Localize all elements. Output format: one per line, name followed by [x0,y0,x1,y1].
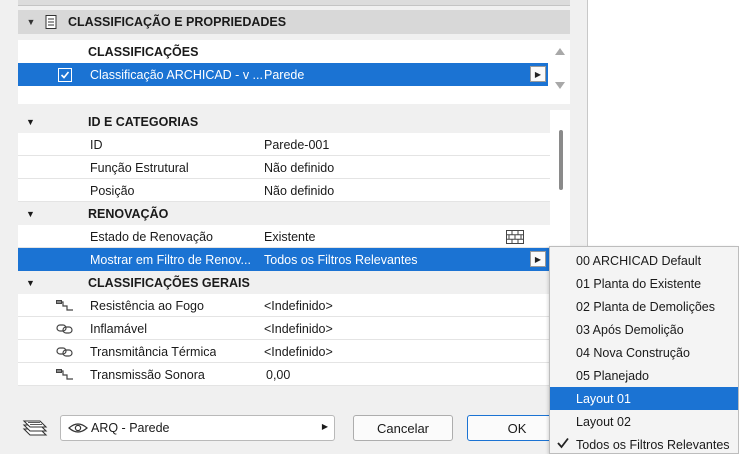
chevron-right-icon[interactable]: ▶ [322,422,328,431]
chain-link-icon [56,340,74,363]
property-row-transmissao-sonora[interactable]: Transmissão Sonora 0,00 [18,363,550,386]
renovation-filter-menu: 00 ARCHICAD Default 01 Planta do Existen… [549,246,739,454]
group-header-renovacao[interactable]: ▼ RENOVAÇÃO [18,202,550,225]
section-title: CLASSIFICAÇÃO E PROPRIEDADES [68,15,287,29]
document-icon [44,15,58,29]
cancel-button[interactable]: Cancelar [353,415,453,441]
menu-item-03-apos-demolicao[interactable]: 03 Após Demolição [550,318,738,341]
group-header-classificacoes-gerais[interactable]: ▼ CLASSIFICAÇÕES GERAIS [18,271,550,294]
filter-dropdown-button[interactable]: ▶ [530,251,546,267]
property-row-transmitancia-termica[interactable]: Transmitância Térmica <Indefinido> [18,340,550,363]
property-row-resistencia-fogo[interactable]: Resistência ao Fogo <Indefinido> [18,294,550,317]
triangle-down-icon[interactable]: ▼ [26,271,35,294]
property-row-inflamavel[interactable]: Inflamável <Indefinido> [18,317,550,340]
menu-item-01-planta-existente[interactable]: 01 Planta do Existente [550,272,738,295]
property-value[interactable]: Não definido [264,179,334,202]
link-icon [56,363,74,386]
classifications-header: CLASSIFICAÇÕES [88,44,199,59]
previous-section-edge [18,0,570,6]
property-value[interactable]: <Indefinido> [264,340,333,363]
property-value[interactable]: <Indefinido> [264,317,333,340]
menu-item-layout-02[interactable]: Layout 02 [550,410,738,433]
layers-icon [20,417,50,442]
property-value[interactable]: Não definido [264,156,334,179]
property-label: Mostrar em Filtro de Renov... [90,252,251,267]
brick-wall-icon [506,225,524,248]
classifications-panel: CLASSIFICAÇÕES Classificação ARCHICAD - … [18,40,570,104]
menu-item-04-nova-construcao[interactable]: 04 Nova Construção [550,341,738,364]
property-label: Transmissão Sonora [90,367,205,382]
property-value[interactable]: <Indefinido> [264,294,333,317]
menu-item-05-planejado[interactable]: 05 Planejado [550,364,738,387]
property-row-posicao[interactable]: Posição Não definido [18,179,550,202]
scroll-up-icon[interactable] [555,48,565,55]
property-value[interactable]: Todos os Filtros Relevantes [264,248,418,271]
layer-name: ARQ - Parede [91,421,170,435]
checkmark-icon [556,436,570,453]
chain-link-icon [56,317,74,340]
property-label: Inflamável [90,321,147,336]
property-label: Função Estrutural [90,160,189,175]
property-value[interactable]: 0,00 [266,363,290,386]
triangle-down-icon[interactable]: ▼ [26,110,35,133]
menu-item-todos-filtros-relevantes[interactable]: Todos os Filtros Relevantes [550,433,738,454]
triangle-down-icon[interactable]: ▼ [18,17,44,27]
dialog-footer: ARQ - Parede ▶ Cancelar OK [0,405,588,454]
property-row-id[interactable]: ID Parede-001 [18,133,550,156]
section-header-classification[interactable]: ▼ CLASSIFICAÇÃO E PROPRIEDADES [18,10,570,34]
group-title: ID E CATEGORIAS [88,114,199,129]
classification-value: Parede [264,67,305,82]
properties-scrollbar[interactable] [559,130,563,190]
classification-row[interactable]: Classificação ARCHICAD - v ... Parede ▶ [18,63,548,86]
property-label: Transmitância Térmica [90,344,217,359]
menu-item-00-archicad-default[interactable]: 00 ARCHICAD Default [550,249,738,272]
menu-item-label: Todos os Filtros Relevantes [576,437,730,452]
property-value[interactable]: Existente [264,225,315,248]
property-label: Resistência ao Fogo [90,298,204,313]
eye-icon[interactable] [68,422,88,434]
element-settings-dialog: ▼ CLASSIFICAÇÃO E PROPRIEDADES CLASSIFIC… [0,0,588,454]
classification-name: Classificação ARCHICAD - v ... [90,67,263,82]
property-label: Posição [90,183,135,198]
property-row-funcao-estrutural[interactable]: Função Estrutural Não definido [18,156,550,179]
menu-item-02-planta-demolicoes[interactable]: 02 Planta de Demolições [550,295,738,318]
property-label: Estado de Renovação [90,229,214,244]
menu-item-layout-01[interactable]: Layout 01 [550,387,738,410]
group-title: CLASSIFICAÇÕES GERAIS [88,275,250,290]
properties-panel: ▼ ID E CATEGORIAS ID Parede-001 Função E… [18,110,570,386]
scroll-down-icon[interactable] [555,82,565,89]
classification-expand-button[interactable]: ▶ [530,66,546,82]
classification-checkbox[interactable] [58,63,74,86]
checkmark-icon[interactable] [58,67,72,82]
layer-dropdown[interactable]: ARQ - Parede ▶ [60,415,335,441]
property-label: ID [90,137,103,152]
group-title: RENOVAÇÃO [88,206,169,221]
classifications-header-row: CLASSIFICAÇÕES [18,40,548,63]
property-row-estado-renovacao[interactable]: Estado de Renovação Existente [18,225,550,248]
group-header-id-categorias[interactable]: ▼ ID E CATEGORIAS [18,110,550,133]
property-value[interactable]: Parede-001 [264,133,329,156]
property-row-filtro-renovacao[interactable]: Mostrar em Filtro de Renov... Todos os F… [18,248,550,271]
triangle-down-icon[interactable]: ▼ [26,202,35,225]
link-icon [56,294,74,317]
